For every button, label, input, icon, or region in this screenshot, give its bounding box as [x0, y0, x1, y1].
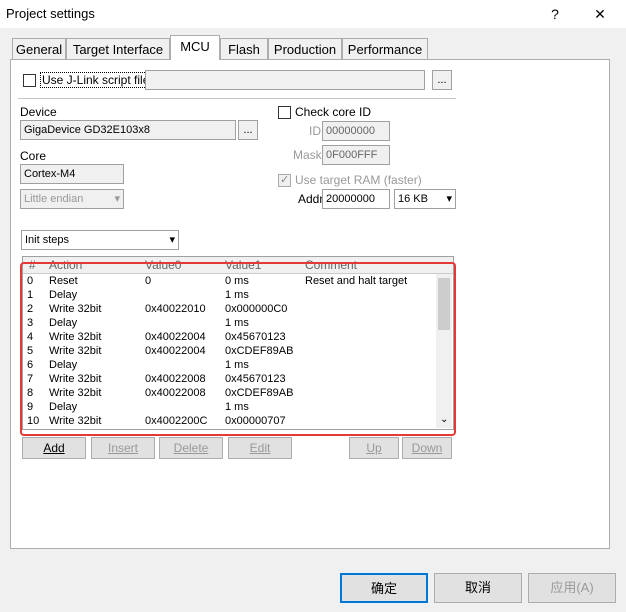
- core-mask-field: 0F000FFF: [322, 145, 390, 165]
- core-id-field: 00000000: [322, 121, 390, 141]
- insert-step-button[interactable]: Insert: [91, 437, 155, 459]
- ram-addr-field[interactable]: 20000000: [322, 189, 390, 209]
- core-mask-label: Mask: [293, 148, 322, 162]
- steps-dropdown-value: Init steps: [25, 234, 70, 246]
- add-step-button[interactable]: Add: [22, 437, 86, 459]
- edit-step-label: Edit: [249, 441, 271, 455]
- checkmark-icon: ✓: [280, 174, 290, 186]
- tab-performance[interactable]: Performance: [342, 38, 428, 59]
- ram-addr-label: Addr: [298, 192, 324, 206]
- close-button[interactable]: ✕: [588, 2, 612, 26]
- device-field[interactable]: GigaDevice GD32E103x8: [20, 120, 236, 140]
- delete-step-button[interactable]: Delete: [159, 437, 223, 459]
- tab-general[interactable]: General: [12, 38, 66, 59]
- jlink-script-path[interactable]: [145, 70, 425, 90]
- move-down-button[interactable]: Down: [402, 437, 452, 459]
- device-label: Device: [20, 105, 57, 119]
- apply-button[interactable]: 应用(A): [528, 573, 616, 603]
- check-core-id-label: Check core ID: [295, 105, 372, 119]
- ram-size-value: 16 KB: [398, 193, 428, 205]
- core-label: Core: [20, 149, 47, 163]
- chevron-down-icon: ▾: [114, 193, 120, 205]
- help-button[interactable]: ?: [543, 2, 567, 26]
- core-id-label: ID: [309, 124, 321, 138]
- highlight-box: [20, 262, 456, 436]
- tab-flash[interactable]: Flash: [220, 38, 268, 59]
- edit-step-button[interactable]: Edit: [228, 437, 292, 459]
- jlink-browse-button[interactable]: ...: [432, 70, 452, 90]
- endian-value: Little endian: [24, 193, 84, 205]
- divider: [18, 98, 456, 99]
- move-up-label: Up: [366, 441, 382, 455]
- ram-size-select[interactable]: 16 KB ▾: [394, 189, 456, 209]
- delete-step-label: Delete: [173, 441, 209, 455]
- ok-button[interactable]: 确定: [340, 573, 428, 603]
- steps-dropdown[interactable]: Init steps ▾: [21, 230, 179, 250]
- insert-step-label: Insert: [107, 441, 138, 455]
- core-field: Cortex-M4: [20, 164, 124, 184]
- tab-mcu[interactable]: MCU: [170, 35, 220, 60]
- move-down-label: Down: [411, 441, 443, 455]
- tab-target-interface[interactable]: Target Interface: [66, 38, 170, 59]
- window-title: Project settings: [6, 6, 95, 21]
- cancel-button[interactable]: 取消: [434, 573, 522, 603]
- chevron-down-icon: ▾: [446, 193, 452, 205]
- use-target-ram-label: Use target RAM (faster): [295, 173, 422, 187]
- add-step-label: Add: [43, 441, 65, 455]
- endian-select[interactable]: Little endian ▾: [20, 189, 124, 209]
- device-browse-button[interactable]: ...: [238, 120, 258, 140]
- jlink-script-checkbox[interactable]: [23, 74, 36, 87]
- chevron-down-icon: ▾: [169, 234, 175, 246]
- tab-production[interactable]: Production: [268, 38, 342, 59]
- jlink-script-label: Use J-Link script file: [40, 72, 152, 88]
- use-target-ram-checkbox[interactable]: ✓: [278, 174, 291, 187]
- move-up-button[interactable]: Up: [349, 437, 399, 459]
- check-core-id-checkbox[interactable]: [278, 106, 291, 119]
